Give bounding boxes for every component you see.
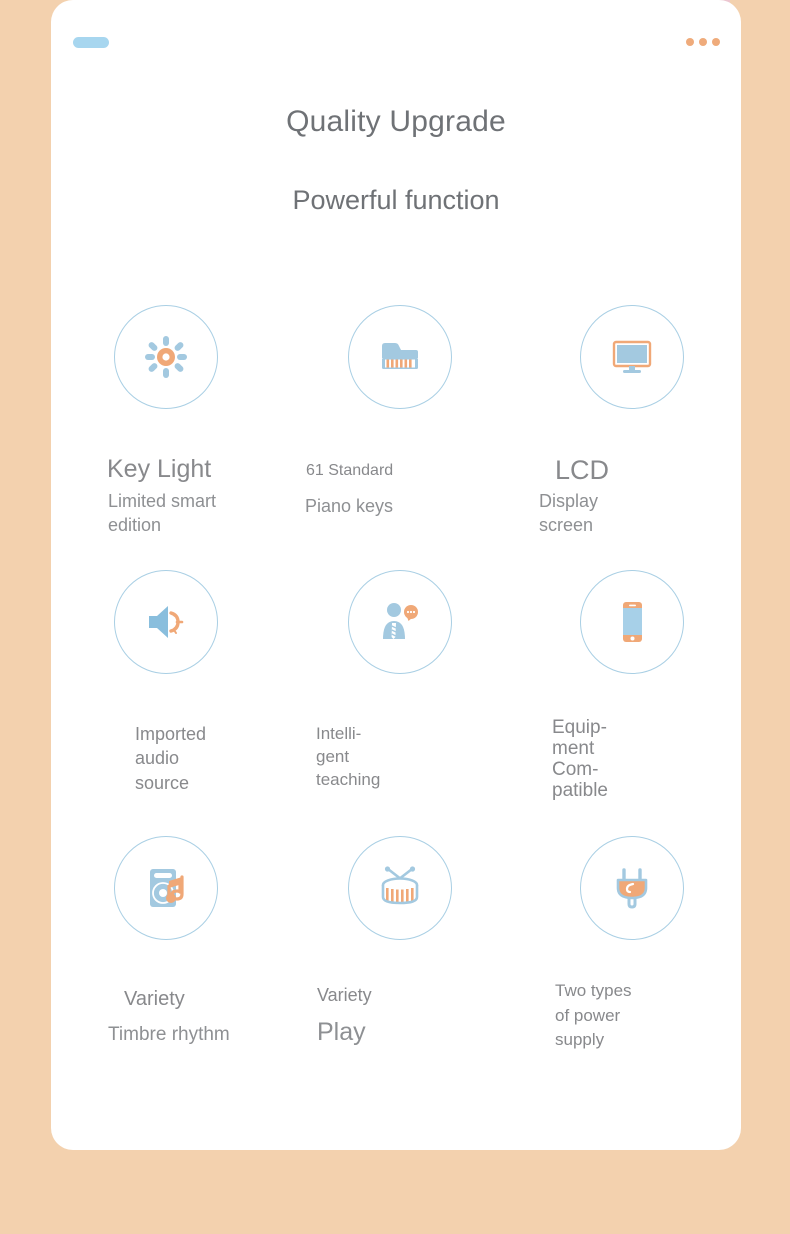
icon-circle [114,305,218,409]
feature-label-line1: Intelli- gent teaching [316,724,381,789]
title-block: Quality Upgrade Powerful function [51,104,741,216]
feature-grid: Key Light Limited smart edition 61 Stand… [51,305,741,1066]
feature-label-line2: Display screen [539,491,599,535]
icon-circle [580,305,684,409]
feature-row: Imported audio source Intelli- gent teac… [51,570,741,836]
feature-item-timbre-rhythm[interactable]: Variety Timbre rhythm [51,836,281,1066]
nav-pill-button[interactable] [73,37,109,48]
feature-label-line2: Limited smart edition [108,491,217,535]
header-bar [51,0,741,88]
feature-label-line1: 61 Standard [306,462,394,479]
icon-circle [114,570,218,674]
more-dot-icon [686,38,694,46]
feature-item-key-light[interactable]: Key Light Limited smart edition [51,305,281,570]
smartphone-icon [623,602,642,642]
icon-circle [580,836,684,940]
feature-item-intelligent-teaching[interactable]: Intelli- gent teaching [281,570,511,836]
feature-label-line1: LCD [555,455,610,485]
feature-item-lcd-display[interactable]: LCD Display screen [511,305,741,570]
speaker-icon [149,606,184,638]
more-dot-icon [699,38,707,46]
more-dot-icon [712,38,720,46]
feature-item-two-types-power-supply[interactable]: Two types of power supply [511,836,741,1066]
feature-label-line1: Variety [317,985,372,1005]
icon-circle [348,305,452,409]
feature-label-line1: Key Light [107,455,212,483]
icon-circle [348,570,452,674]
feature-label-line1: Variety [124,988,185,1010]
sun-light-icon [145,336,187,378]
power-plug-icon [616,868,648,909]
person-speech-icon [383,603,418,639]
feature-label-line2: Play [317,1018,366,1046]
feature-label-line1: Equip- ment Com- patible [552,717,608,801]
feature-label-line1: Two types of power supply [555,981,632,1050]
more-menu-button[interactable] [686,38,720,46]
feature-row: Key Light Limited smart edition 61 Stand… [51,305,741,570]
feature-item-equipment-compatible[interactable]: Equip- ment Com- patible [511,570,741,836]
drum-icon [381,866,419,905]
feature-label-line2: Timbre rhythm [108,1024,230,1045]
music-player-icon [150,869,184,907]
feature-row: Variety Timbre rhythm Variety Play Two t… [51,836,741,1066]
icon-circle [580,570,684,674]
icon-circle [114,836,218,940]
feature-item-piano-keys[interactable]: 61 Standard Piano keys [281,305,511,570]
page-title: Quality Upgrade [286,105,506,138]
feature-item-imported-audio-source[interactable]: Imported audio source [51,570,281,836]
monitor-icon [612,340,652,373]
piano-icon [382,343,418,369]
feature-item-variety-play[interactable]: Variety Play [281,836,511,1066]
app-card: Quality Upgrade Powerful function Key Li… [51,0,741,1150]
feature-label-line1: Imported audio source [135,724,207,793]
feature-label-line2: Piano keys [305,496,394,516]
icon-circle [348,836,452,940]
page-subtitle: Powerful function [292,185,500,215]
